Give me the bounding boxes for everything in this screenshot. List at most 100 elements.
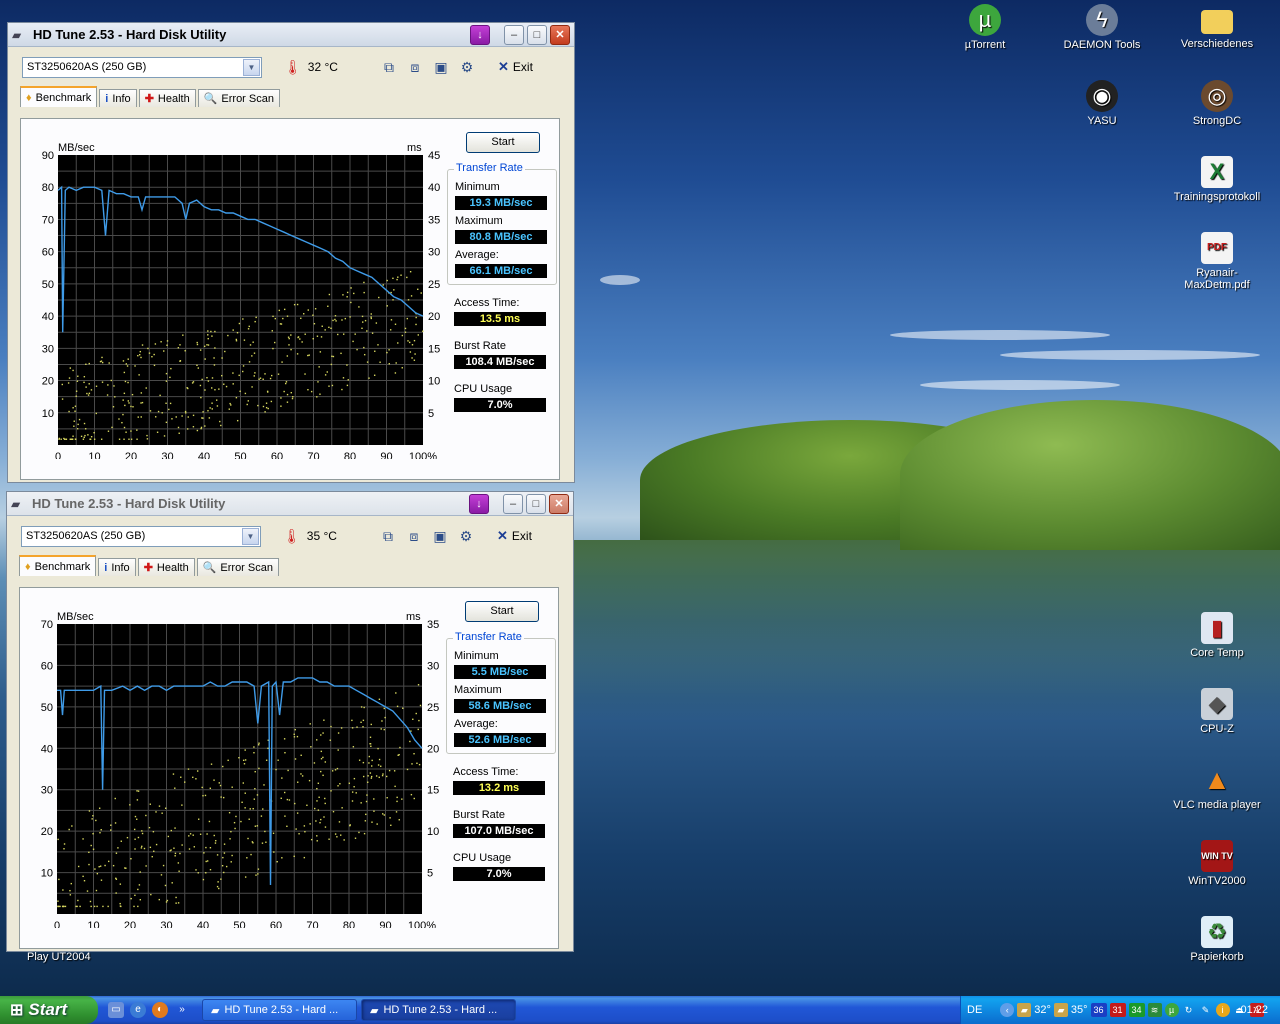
minimize-button[interactable]: – <box>503 493 523 514</box>
start-button[interactable]: Start <box>465 601 539 622</box>
access-time-point <box>57 900 59 902</box>
exit-button[interactable]: ✕ Exit <box>497 528 532 544</box>
window-titlebar[interactable]: ▰ HD Tune 2.53 - Hard Disk Utility ↓ – □… <box>8 23 574 47</box>
tab-health[interactable]: ✚ Health <box>137 558 195 576</box>
desktop-icon-papierkorb[interactable]: ♻ Papierkorb <box>1167 916 1267 963</box>
hdtune-tray-icon[interactable]: ▰ <box>1017 1003 1032 1017</box>
access-time-point <box>216 854 219 856</box>
copy-all-icon[interactable]: ⧈ <box>405 527 423 545</box>
access-time-point <box>269 377 272 380</box>
core-temp-badge-icon[interactable]: 34 <box>1128 1003 1145 1017</box>
tab-health[interactable]: ✚ Health <box>138 89 196 107</box>
show-desktop-icon[interactable]: ▭ <box>108 1002 124 1018</box>
desktop-icon-wintv[interactable]: WIN TV WinTV2000 <box>1167 840 1267 887</box>
desktop-icon-trainingsprotokoll[interactable]: X Trainingsprotokoll <box>1167 156 1267 203</box>
maximize-button[interactable]: □ <box>526 493 546 514</box>
access-time-point <box>249 344 252 346</box>
chevron-down-icon[interactable]: ▼ <box>243 58 260 76</box>
save-icon[interactable]: ▣ <box>431 527 449 545</box>
access-time-point <box>159 394 161 397</box>
start-button[interactable]: Start <box>466 132 540 153</box>
access-time-point <box>263 784 265 786</box>
access-time-point <box>251 355 253 357</box>
drive-select[interactable]: ST3250620AS (250 GB) ▼ <box>22 56 262 78</box>
access-time-point <box>230 404 232 406</box>
benchmark-icon: ♦ <box>26 91 32 104</box>
desktop-icon-pdf[interactable]: PDF Ryanair-MaxDetm.pdf <box>1167 232 1267 291</box>
x-tick-label: 20 <box>125 451 137 459</box>
access-time-point <box>163 435 166 437</box>
start-menu-button[interactable]: ⊞ Start <box>0 996 98 1024</box>
info-tray-icon[interactable]: i <box>1215 1003 1230 1017</box>
access-time-point <box>247 400 249 402</box>
network-icon[interactable]: ≋ <box>1147 1003 1162 1017</box>
access-time-point <box>122 413 124 416</box>
save-icon[interactable]: ▣ <box>432 58 450 76</box>
desktop-icon-label-partial[interactable]: Play UT2004 <box>27 951 91 963</box>
maximize-button[interactable]: □ <box>527 24 547 45</box>
language-indicator[interactable]: DE <box>967 1004 982 1016</box>
desktop-icon-daemon-tools[interactable]: ϟ DAEMON Tools <box>1052 4 1152 51</box>
tab-error-scan[interactable]: 🔍 Error Scan <box>197 89 280 107</box>
refresh-icon[interactable]: ↻ <box>1182 1003 1196 1017</box>
firefox-icon[interactable]: ◐ <box>152 1002 168 1018</box>
access-time-point <box>93 438 96 440</box>
access-time-point <box>407 340 409 342</box>
tab-benchmark[interactable]: ♦ Benchmark <box>19 555 97 576</box>
chevron-down-icon[interactable]: ▼ <box>242 527 259 545</box>
desktop-icon-cpu-z[interactable]: ◆ CPU-Z <box>1167 688 1267 735</box>
burst-rate-block: Burst Rate 108.4 MB/sec <box>447 340 559 369</box>
save-down-icon[interactable]: ↓ <box>469 493 489 514</box>
desktop-icon-core-temp[interactable]: ▮ Core Temp <box>1167 612 1267 659</box>
taskbar-button-active[interactable]: ▰ HD Tune 2.53 - Hard ... <box>361 999 516 1021</box>
access-time-point <box>370 745 372 748</box>
access-time-point <box>242 782 245 784</box>
access-time-point <box>266 390 269 393</box>
window-titlebar[interactable]: ▰ HD Tune 2.53 - Hard Disk Utility ↓ – □… <box>7 492 573 516</box>
access-time-point <box>291 397 294 400</box>
hdtune-window-inactive[interactable]: ▰ HD Tune 2.53 - Hard Disk Utility ↓ – □… <box>6 491 574 952</box>
minimize-button[interactable]: – <box>504 24 524 45</box>
copy-icon[interactable]: ⧉ <box>380 58 398 76</box>
access-time-point <box>220 424 222 427</box>
tab-benchmark[interactable]: ♦ Benchmark <box>20 86 98 107</box>
quick-launch-more-icon[interactable]: » <box>174 1002 190 1018</box>
hdtune-window-active[interactable]: ▰ HD Tune 2.53 - Hard Disk Utility ↓ – □… <box>7 22 575 483</box>
tab-info[interactable]: i Info <box>99 89 137 107</box>
tab-error-scan[interactable]: 🔍 Error Scan <box>196 558 279 576</box>
taskbar-button[interactable]: ▰ HD Tune 2.53 - Hard ... <box>202 999 357 1021</box>
utorrent-tray-icon[interactable]: µ <box>1164 1003 1179 1017</box>
tray-expand-icon[interactable]: ‹ <box>1000 1003 1015 1017</box>
close-button[interactable]: ✕ <box>550 24 570 45</box>
access-time-point <box>123 426 126 429</box>
close-button[interactable]: ✕ <box>549 493 569 514</box>
access-time-point <box>356 348 358 351</box>
copy-icon[interactable]: ⧉ <box>379 527 397 545</box>
save-down-icon[interactable]: ↓ <box>470 24 490 45</box>
hdtune-tray-icon[interactable]: ▰ <box>1053 1003 1068 1017</box>
desktop-icon-yasu[interactable]: ◉ YASU <box>1052 80 1152 127</box>
tools-icon[interactable]: ✎ <box>1199 1003 1213 1017</box>
browser-icon[interactable]: e <box>130 1002 146 1018</box>
desktop-icon-vlc[interactable]: ▲ VLC media player <box>1167 764 1267 811</box>
exit-button[interactable]: ✕ Exit <box>498 59 533 75</box>
options-icon[interactable]: ⚙ <box>458 58 476 76</box>
core-temp-badge-icon[interactable]: 31 <box>1109 1003 1126 1017</box>
access-time-point <box>369 772 372 774</box>
desktop-icon-utorrent[interactable]: µ µTorrent <box>935 4 1035 51</box>
drive-select[interactable]: ST3250620AS (250 GB) ▼ <box>21 525 261 547</box>
x-tick-label: 70 <box>306 920 318 928</box>
access-time-point <box>223 843 226 845</box>
tab-info[interactable]: i Info <box>98 558 136 576</box>
access-time-point <box>233 821 236 824</box>
access-time-point <box>96 872 99 875</box>
desktop-icon-verschiedenes[interactable]: Verschiedenes <box>1167 4 1267 50</box>
options-icon[interactable]: ⚙ <box>457 527 475 545</box>
core-temp-badge-icon[interactable]: 36 <box>1090 1003 1107 1017</box>
access-time-point <box>227 334 229 337</box>
access-time-point <box>317 809 320 811</box>
exit-label: Exit <box>511 529 532 543</box>
desktop-icon-strongdc[interactable]: ◎ StrongDC <box>1167 80 1267 127</box>
copy-all-icon[interactable]: ⧈ <box>406 58 424 76</box>
access-time-point <box>408 341 411 344</box>
